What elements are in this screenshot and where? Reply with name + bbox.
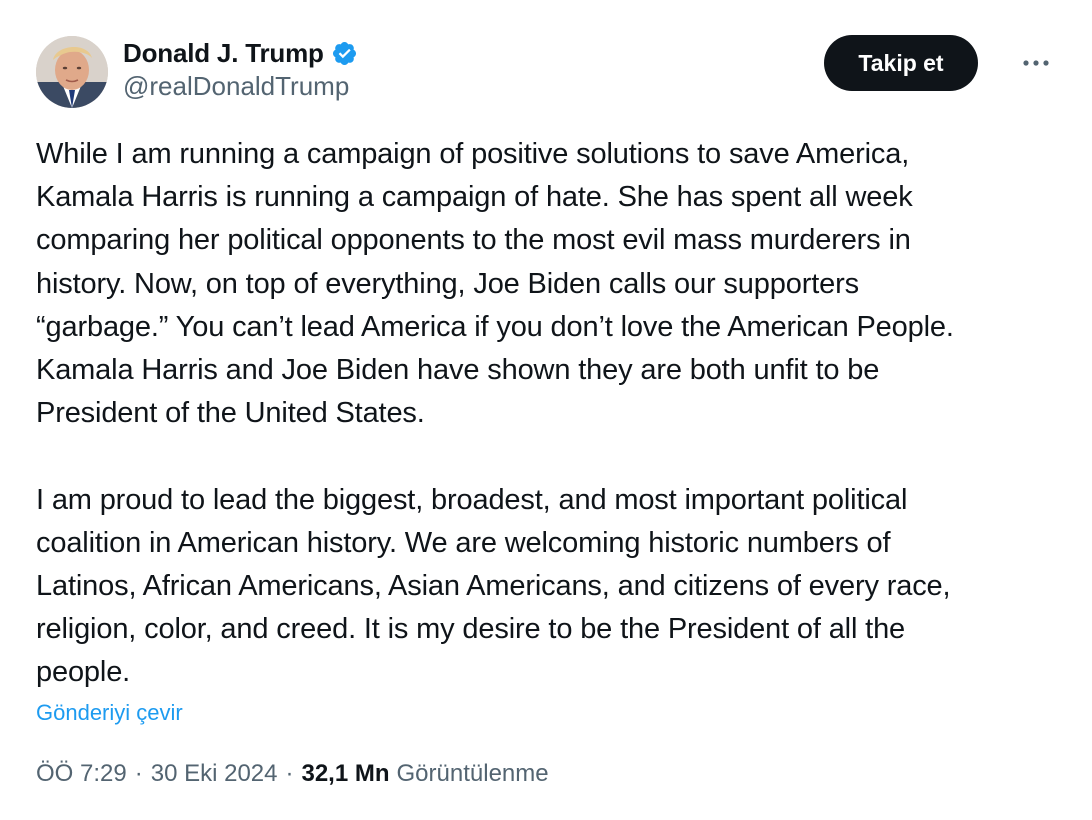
- display-name[interactable]: Donald J. Trump: [123, 38, 324, 69]
- meta-separator: ·: [134, 760, 143, 787]
- post-date[interactable]: 30 Eki 2024: [151, 760, 278, 788]
- avatar-image: [36, 36, 108, 108]
- translate-post-link[interactable]: Gönderiyi çevir: [36, 700, 183, 726]
- views-label: Görüntülenme: [396, 760, 549, 787]
- tweet-paragraph: I am proud to lead the biggest, broadest…: [36, 483, 951, 689]
- display-name-row: Donald J. Trump: [123, 36, 358, 70]
- tweet-meta: ÖÖ 7:29 · 30 Eki 2024 · 32,1 Mn Görüntül…: [36, 760, 549, 788]
- author-names: Donald J. Trump @realDonaldTrump: [123, 36, 358, 102]
- post-time[interactable]: ÖÖ 7:29: [36, 760, 127, 788]
- verified-badge-icon[interactable]: [331, 40, 358, 67]
- tweet-header: Donald J. Trump @realDonaldTrump Takip e…: [36, 34, 1056, 110]
- views-count: 32,1 Mn: [301, 760, 390, 787]
- avatar[interactable]: [36, 36, 108, 108]
- tweet-card: Donald J. Trump @realDonaldTrump Takip e…: [0, 0, 1092, 820]
- follow-button[interactable]: Takip et: [824, 35, 978, 91]
- meta-separator: ·: [285, 760, 294, 787]
- more-options-icon[interactable]: [1016, 48, 1056, 78]
- author-handle[interactable]: @realDonaldTrump: [123, 71, 358, 102]
- tweet-paragraph: While I am running a campaign of positiv…: [36, 138, 954, 430]
- tweet-text: While I am running a campaign of positiv…: [36, 133, 1066, 695]
